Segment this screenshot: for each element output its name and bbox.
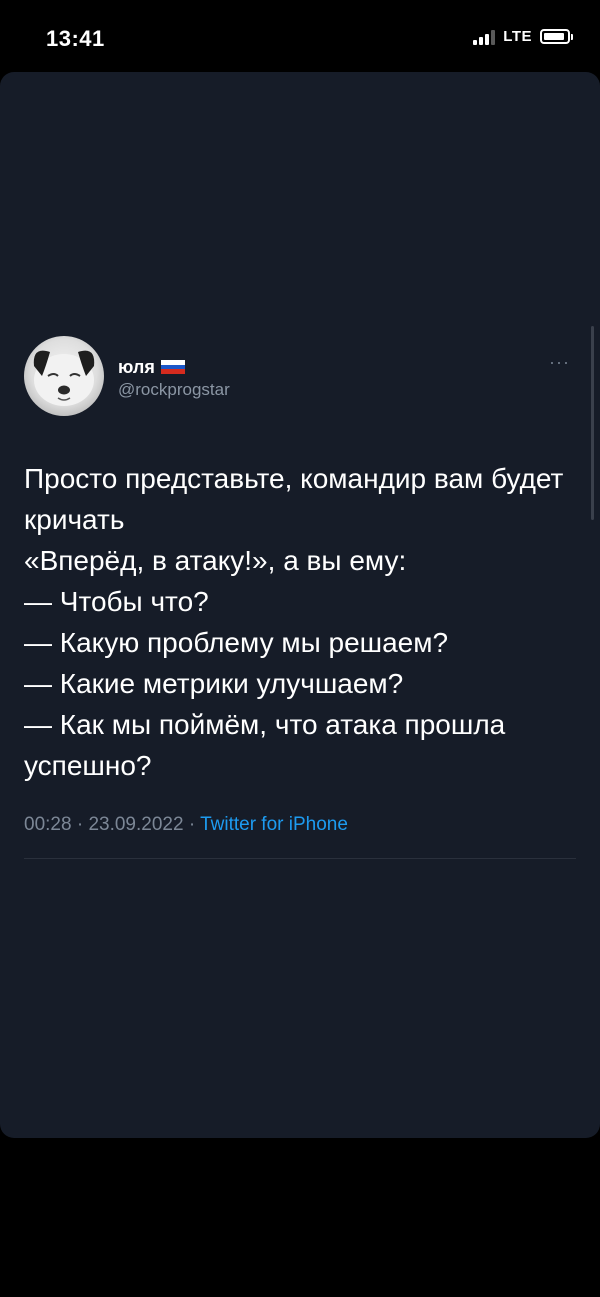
- display-name-row: юля: [118, 356, 230, 378]
- tweet: юля @rockprogstar ··· Просто представьте…: [24, 336, 576, 859]
- avatar[interactable]: [24, 336, 104, 416]
- network-type-label: LTE: [503, 28, 532, 45]
- tweet-text: Просто представьте, командир вам будет к…: [24, 463, 564, 781]
- status-time: 13:41: [46, 26, 105, 51]
- status-bar: 13:41 LTE: [0, 0, 600, 72]
- tweet-source-link[interactable]: Twitter for iPhone: [200, 814, 348, 835]
- home-indicator: [196, 1276, 410, 1282]
- more-horizontal-icon[interactable]: ···: [549, 352, 570, 373]
- tweet-card: юля @rockprogstar ··· Просто представьте…: [0, 72, 600, 1138]
- tweet-header: юля @rockprogstar ···: [24, 336, 576, 422]
- cellular-signal-icon: [473, 29, 496, 45]
- meta-separator: ·: [188, 814, 196, 835]
- meta-separator: ·: [76, 814, 84, 835]
- status-indicators: LTE: [473, 28, 573, 45]
- avatar-dog-image: [33, 350, 95, 406]
- tweet-meta: 00:28 · 23.09.2022 · Twitter for iPhone: [24, 814, 576, 836]
- russia-flag-icon: [160, 360, 185, 375]
- battery-icon: [540, 29, 573, 44]
- username[interactable]: @rockprogstar: [118, 380, 230, 400]
- user-info: юля @rockprogstar: [118, 356, 230, 400]
- tweet-date: 23.09.2022: [88, 814, 184, 835]
- divider: [24, 858, 576, 859]
- scroll-indicator[interactable]: [591, 326, 594, 520]
- display-name[interactable]: юля: [118, 357, 155, 378]
- tweet-time: 00:28: [24, 814, 72, 835]
